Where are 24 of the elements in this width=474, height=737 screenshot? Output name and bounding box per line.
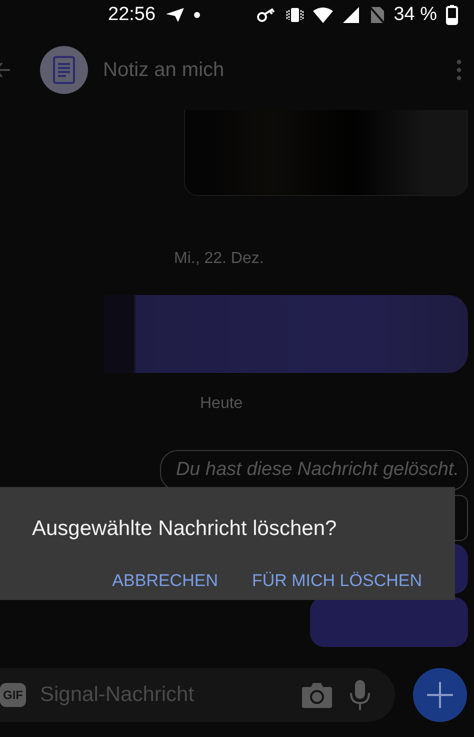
- back-arrow-icon[interactable]: [0, 60, 10, 80]
- wifi-icon: [312, 7, 333, 23]
- camera-icon[interactable]: [301, 681, 333, 709]
- chat-title: Notiz an mich: [103, 58, 224, 82]
- paper-plane-icon: [164, 7, 185, 23]
- vibrate-icon: [286, 6, 304, 24]
- menu-icon[interactable]: [456, 59, 462, 81]
- dialog-button[interactable]: FÜR MICH LÖSCHEN: [252, 571, 422, 591]
- dialog-title: Ausgewählte Nachricht löschen?: [32, 517, 338, 541]
- battery-percent: 34 %: [394, 4, 437, 26]
- no-sim-icon: [368, 6, 385, 24]
- key-icon: [256, 8, 277, 22]
- plus-icon: [427, 682, 453, 708]
- microphone-icon[interactable]: [349, 679, 371, 711]
- battery-icon: [446, 5, 458, 25]
- gif-button[interactable]: GIF: [0, 683, 26, 707]
- dialog-button[interactable]: ABBRECHEN: [112, 571, 218, 591]
- date-separator: Heute: [200, 395, 243, 413]
- date-separator: Mi., 22. Dez.: [174, 250, 264, 268]
- status-time: 22:56: [108, 4, 156, 26]
- add-button[interactable]: [413, 668, 467, 722]
- notification-dot-icon: [194, 12, 200, 18]
- signal-icon: [342, 6, 360, 24]
- note-icon: [53, 56, 75, 84]
